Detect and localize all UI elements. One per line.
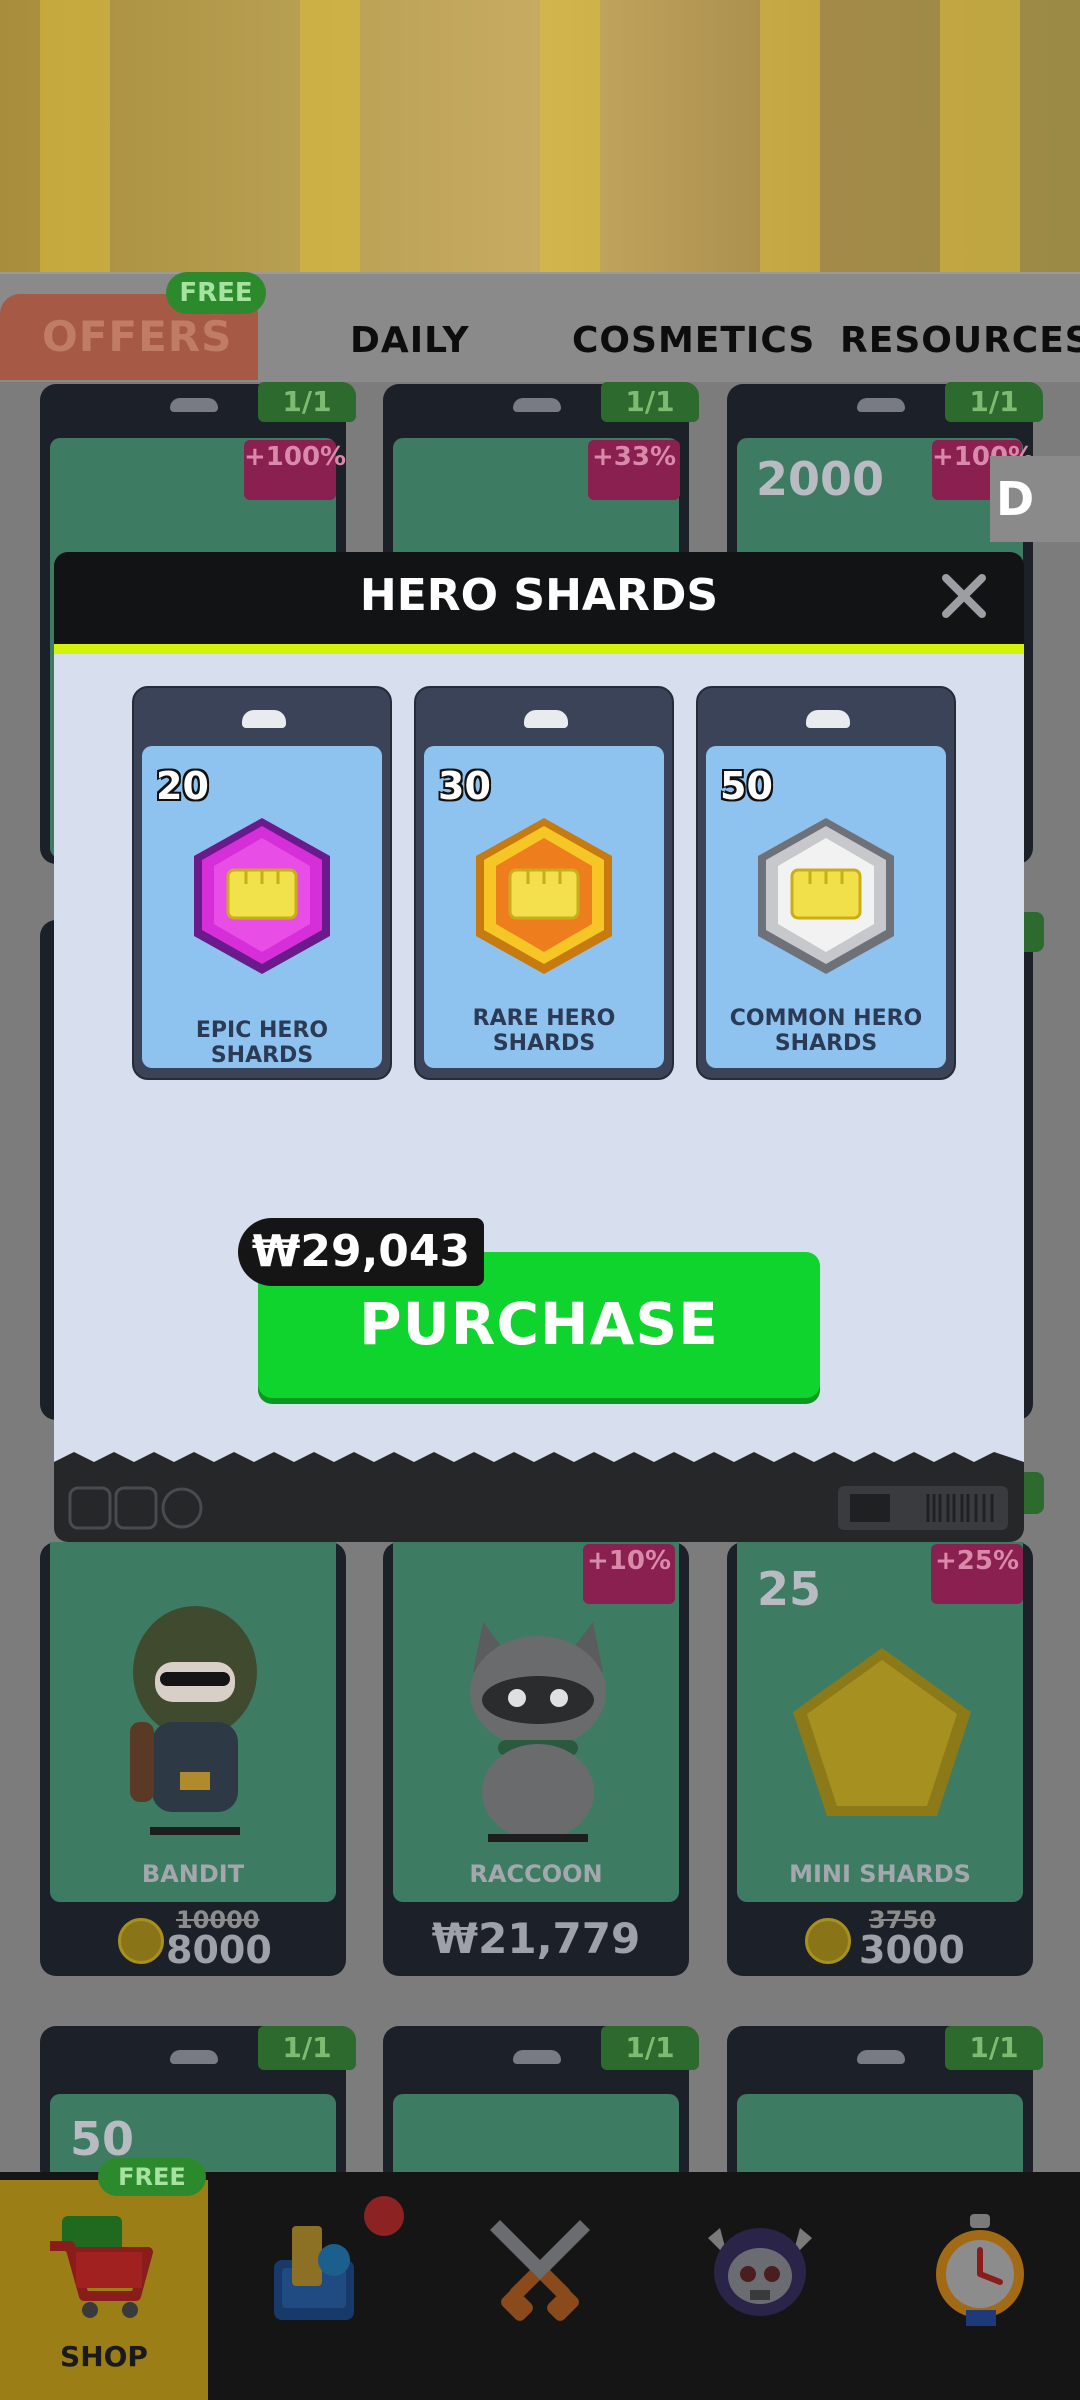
- price-tag: ₩29,043: [238, 1218, 484, 1286]
- item-name: RARE HERO SHARDS: [472, 1006, 616, 1056]
- raccoon-character-image: [470, 1622, 606, 1842]
- tab-daily[interactable]: DAILY: [350, 320, 470, 361]
- item-count: 20: [156, 764, 209, 808]
- coin-icon: [118, 1918, 164, 1964]
- item-price: ₩21,779: [431, 1914, 641, 1963]
- free-badge: FREE: [166, 272, 266, 314]
- common-shard-icon: [758, 818, 894, 974]
- bonus-badge: +10%: [583, 1544, 675, 1604]
- offer-amount: 2000: [756, 452, 885, 506]
- nav-shop-label: SHOP: [60, 2340, 148, 2373]
- bonus-badge: +33%: [588, 440, 680, 500]
- shopping-cart-icon: [50, 2216, 153, 2318]
- skull-helmet-icon[interactable]: [700, 2208, 820, 2328]
- offer-card-bandit[interactable]: BANDIT 10000 8000: [40, 1542, 346, 1976]
- purchase-count-label: 1/1: [258, 382, 356, 422]
- item-count: 30: [438, 764, 491, 808]
- offer-card-raccoon[interactable]: +10% RACCOON ₩21,779: [383, 1542, 689, 1976]
- bonus-badge: +25%: [931, 1544, 1023, 1604]
- epic-shard-icon: [194, 818, 330, 974]
- rare-shard-icon: [476, 818, 612, 974]
- item-name: RACCOON: [469, 1860, 603, 1888]
- modal-title: HERO SHARDS: [359, 570, 719, 621]
- crossed-swords-icon[interactable]: [480, 2210, 600, 2330]
- stopwatch-icon[interactable]: [920, 2210, 1040, 2330]
- chess-piece-icon[interactable]: [258, 2210, 378, 2330]
- item-name: EPIC HERO SHARDS: [195, 1018, 329, 1068]
- modal-accent-stripe: [54, 644, 1024, 654]
- purchase-count-label: 1/1: [601, 2026, 699, 2070]
- free-badge: FREE: [98, 2158, 206, 2196]
- tab-cosmetics[interactable]: COSMETICS: [572, 320, 815, 361]
- bonus-badge: +100%: [244, 440, 346, 500]
- bandit-character-image: [130, 1606, 257, 1835]
- purchase-count-label: 1/1: [601, 382, 699, 422]
- common-hero-shards-card: 50 COMMON HERO SHARDS: [696, 686, 956, 1080]
- purchase-count-label: 1/1: [258, 2026, 356, 2070]
- item-name: BANDIT: [141, 1860, 245, 1888]
- notification-dot: [364, 2196, 404, 2236]
- purchase-count-label: [1022, 1472, 1044, 1514]
- tab-offers-label: OFFERS: [42, 312, 233, 361]
- side-panel-tab[interactable]: D: [990, 456, 1080, 542]
- close-icon[interactable]: [934, 566, 994, 626]
- purchase-button-label: PURCHASE: [359, 1290, 719, 1358]
- modal-footer: [54, 1462, 1024, 1542]
- tab-resources[interactable]: RESOURCES: [840, 320, 1080, 361]
- item-price: 8000: [166, 1928, 272, 1972]
- recycle-symbols-icon: [68, 1486, 203, 1530]
- item-count: 25: [757, 1562, 822, 1616]
- mini-shard-icon: [793, 1648, 971, 1816]
- purchase-count-label: [1022, 912, 1044, 952]
- item-price: 3000: [859, 1928, 965, 1972]
- header-banner-image: [0, 0, 1080, 272]
- purchase-count-label: 1/1: [945, 2026, 1043, 2070]
- rare-hero-shards-card: 30 RARE HERO SHARDS: [414, 686, 674, 1080]
- barcode-icon: [838, 1486, 1008, 1530]
- epic-hero-shards-card: 20 EPIC HERO SHARDS: [132, 686, 392, 1080]
- item-name: MINI SHARDS: [789, 1860, 971, 1888]
- item-name: COMMON HERO SHARDS: [729, 1006, 923, 1056]
- coin-icon: [805, 1918, 851, 1964]
- offer-card-mini-shards[interactable]: +25% 25 MINI SHARDS 3750 3000: [727, 1542, 1033, 1976]
- purchase-count-label: 1/1: [945, 382, 1043, 422]
- item-count: 50: [720, 764, 773, 808]
